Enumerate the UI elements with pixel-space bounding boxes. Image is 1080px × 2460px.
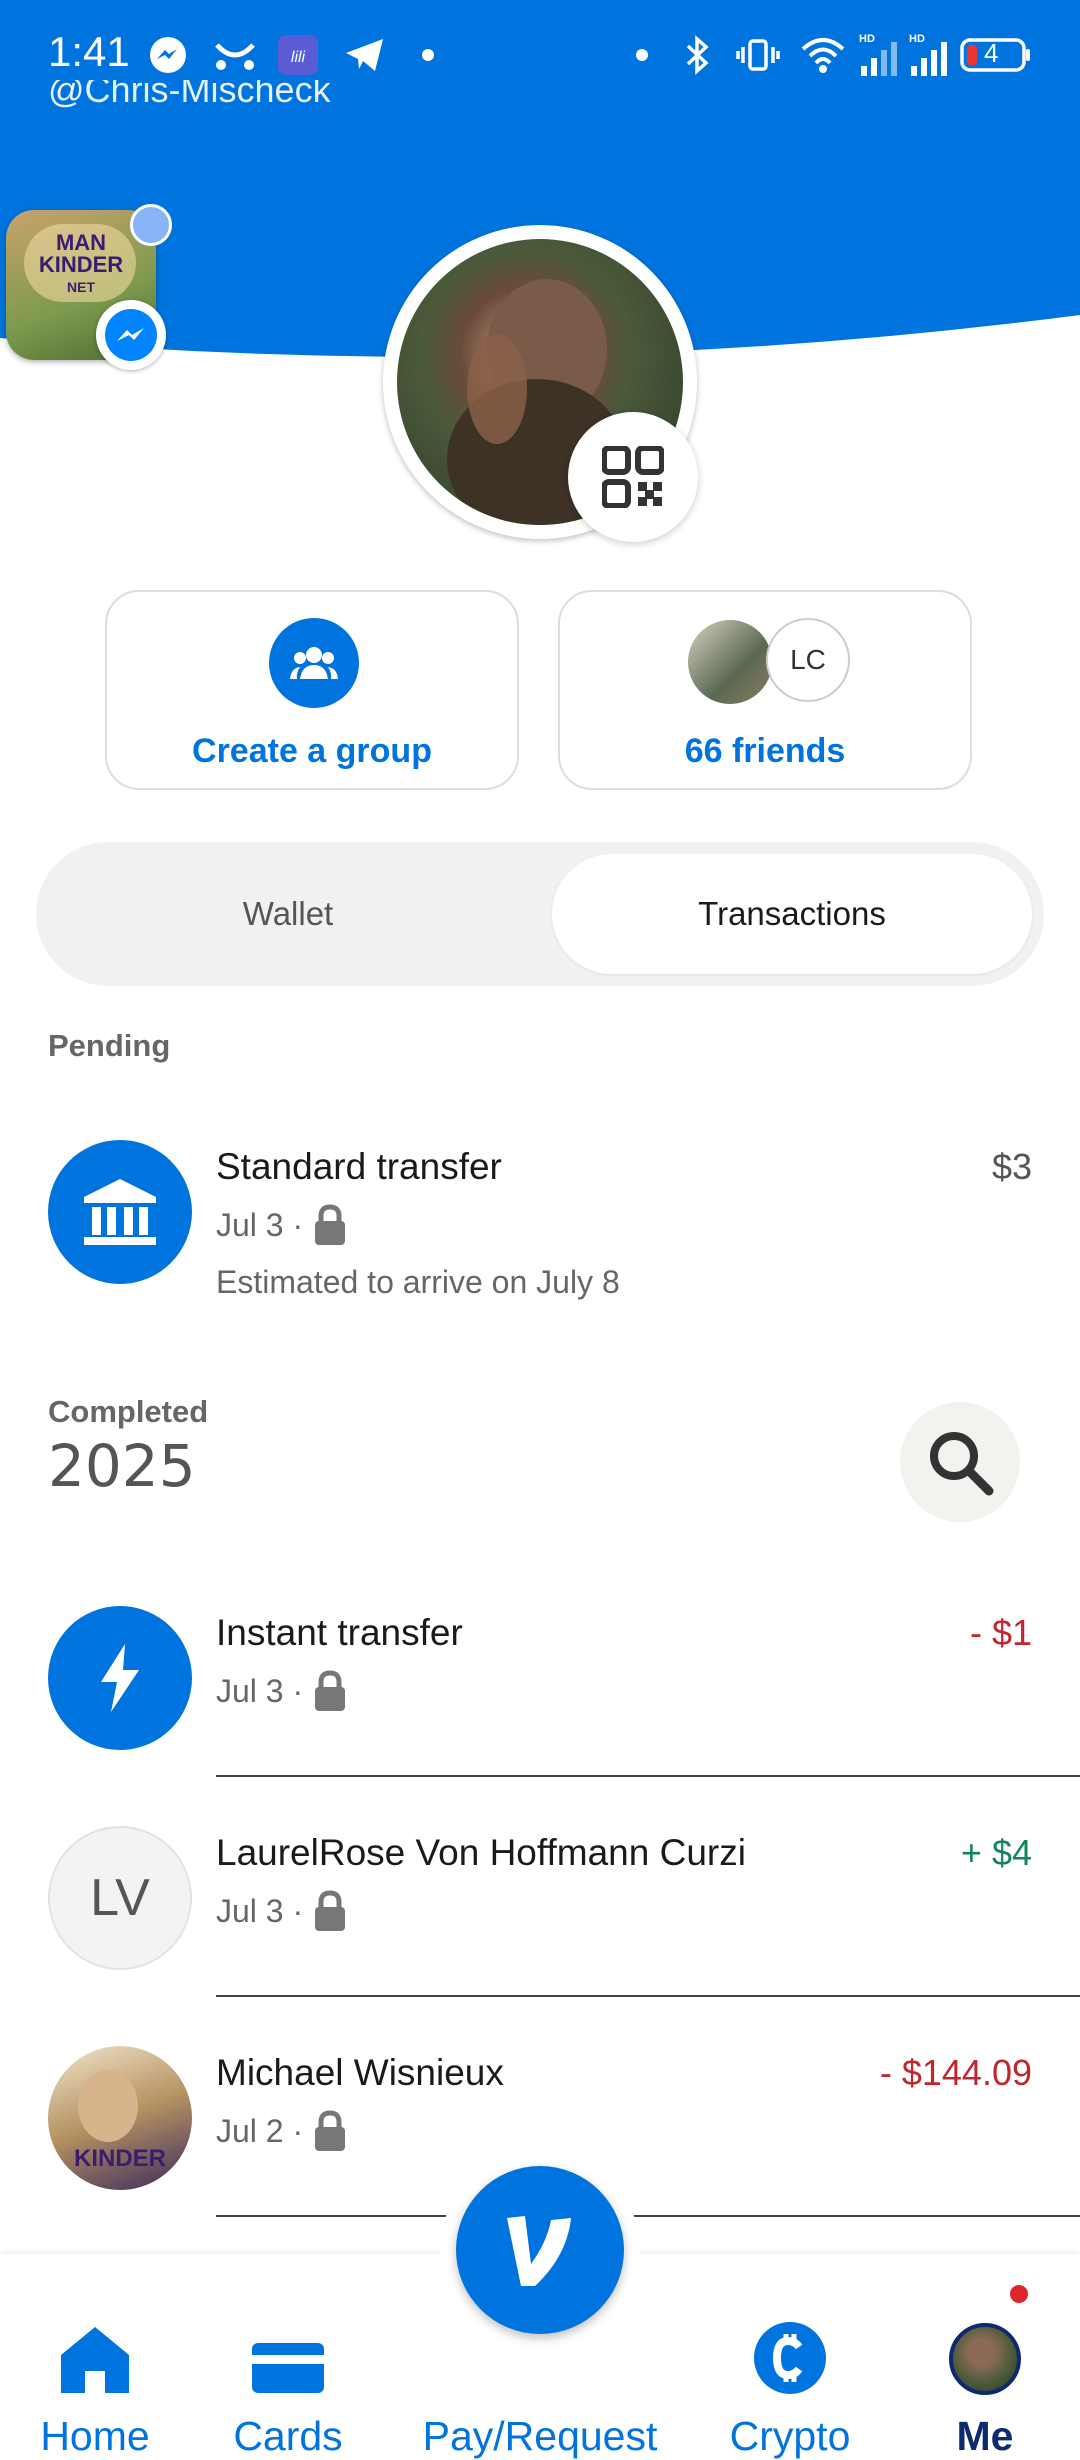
pending-date: Jul 3 · (216, 1206, 304, 1243)
vibrate-icon (733, 30, 783, 80)
divider (216, 1775, 1080, 1777)
messenger-notification-icon (145, 30, 191, 80)
search-icon (930, 1432, 994, 1496)
svg-text:KINDER: KINDER (74, 2145, 166, 2172)
pending-date-row: Jul 3 · (216, 1204, 347, 1246)
nav-cards-label: Cards (233, 2413, 343, 2459)
friend-avatar-photo (686, 618, 774, 706)
battery-level: 4 (984, 38, 999, 68)
chathead-line2: KINDER (38, 252, 124, 277)
pending-title[interactable]: Standard transfer (216, 1146, 502, 1188)
signal-icon-2: HD (905, 30, 955, 80)
divider (216, 1995, 1080, 1997)
more-notifications-dot (418, 30, 438, 80)
nav-me-label: Me (956, 2413, 1014, 2459)
svg-text:HD: HD (859, 33, 875, 45)
nav-home[interactable]: Home (0, 2254, 190, 2460)
qr-code-button[interactable] (568, 412, 698, 542)
transfer-notification-icon (210, 30, 260, 80)
nav-cards[interactable]: Cards (190, 2254, 386, 2460)
user-handle: @Chris-Mischeck (48, 80, 331, 110)
transaction-title-3[interactable]: Michael Wisnieux (216, 2052, 504, 2094)
battery-icon: 4 (960, 30, 1032, 80)
completed-section-label: Completed (48, 1394, 209, 1429)
signal-icon-1: HD (855, 30, 905, 80)
svg-text:lili: lili (291, 49, 306, 66)
lili-app-icon: lili (275, 30, 321, 80)
wifi-icon (798, 30, 848, 80)
transaction-amount-1: - $1 (969, 1612, 1032, 1653)
divider (216, 2215, 1080, 2217)
transaction-title-2[interactable]: LaurelRose Von Hoffmann Curzi (216, 1832, 746, 1874)
nav-me[interactable]: Me (890, 2254, 1080, 2460)
transaction-amount-2: + $4 (960, 1832, 1032, 1873)
telegram-icon (340, 30, 390, 80)
transaction-amount-3: - $144.09 (879, 2052, 1032, 2093)
friends-count-label: 66 friends (684, 732, 846, 770)
chathead-unread-dot (130, 204, 172, 246)
pay-request-fab[interactable] (456, 2166, 624, 2334)
contact-initials-avatar: LV (48, 1826, 192, 1970)
pending-amount: $3 (991, 1146, 1032, 1187)
contact-photo-avatar: KINDER (48, 2046, 192, 2190)
me-notification-dot (1007, 2282, 1031, 2306)
lock-icon (315, 1670, 346, 1711)
transaction-date-row-3: Jul 2 · (216, 2110, 347, 2152)
bluetooth-icon (678, 30, 718, 80)
status-time: 1:41 (48, 28, 130, 75)
bank-icon (48, 1140, 192, 1284)
transaction-date-2: Jul 3 · (216, 1892, 304, 1929)
home-icon (61, 2327, 129, 2393)
nav-pay-request-label: Pay/Request (422, 2413, 658, 2459)
search-transactions-button[interactable] (900, 1402, 1020, 1522)
nav-crypto-label: Crypto (729, 2413, 851, 2459)
lock-icon (315, 2110, 346, 2151)
status-dot (632, 30, 652, 80)
friend-avatar-initials: LC (766, 618, 850, 702)
qr-code-icon (602, 446, 664, 508)
lock-icon (315, 1204, 346, 1245)
chathead-line3: NET (67, 279, 95, 295)
completed-year: 2025 (48, 1432, 196, 1500)
transaction-date-1: Jul 3 · (216, 1672, 304, 1709)
friends-card[interactable]: LC 66 friends (558, 590, 972, 790)
crypto-icon (754, 2322, 826, 2394)
create-group-label: Create a group (192, 732, 432, 770)
tab-transactions[interactable]: Transactions (552, 854, 1032, 974)
transaction-date-row-1: Jul 3 · (216, 1670, 347, 1712)
lock-icon (315, 1890, 346, 1931)
card-icon (252, 2343, 324, 2393)
nav-crypto[interactable]: Crypto (700, 2254, 880, 2460)
svg-text:HD: HD (909, 33, 925, 45)
pending-section-label: Pending (48, 1028, 171, 1063)
me-avatar (949, 2323, 1021, 2395)
transaction-date-row-2: Jul 3 · (216, 1890, 347, 1932)
tab-wallet[interactable]: Wallet (36, 842, 540, 986)
messenger-badge-icon (96, 300, 166, 370)
venmo-logo-icon (507, 2216, 571, 2286)
group-icon (269, 618, 359, 708)
nav-home-label: Home (40, 2413, 150, 2459)
transaction-date-3: Jul 2 · (216, 2112, 304, 2149)
create-group-card[interactable]: Create a group (105, 590, 519, 790)
lightning-icon (48, 1606, 192, 1750)
pending-note: Estimated to arrive on July 8 (216, 1264, 620, 1300)
transaction-title-1[interactable]: Instant transfer (216, 1612, 463, 1654)
